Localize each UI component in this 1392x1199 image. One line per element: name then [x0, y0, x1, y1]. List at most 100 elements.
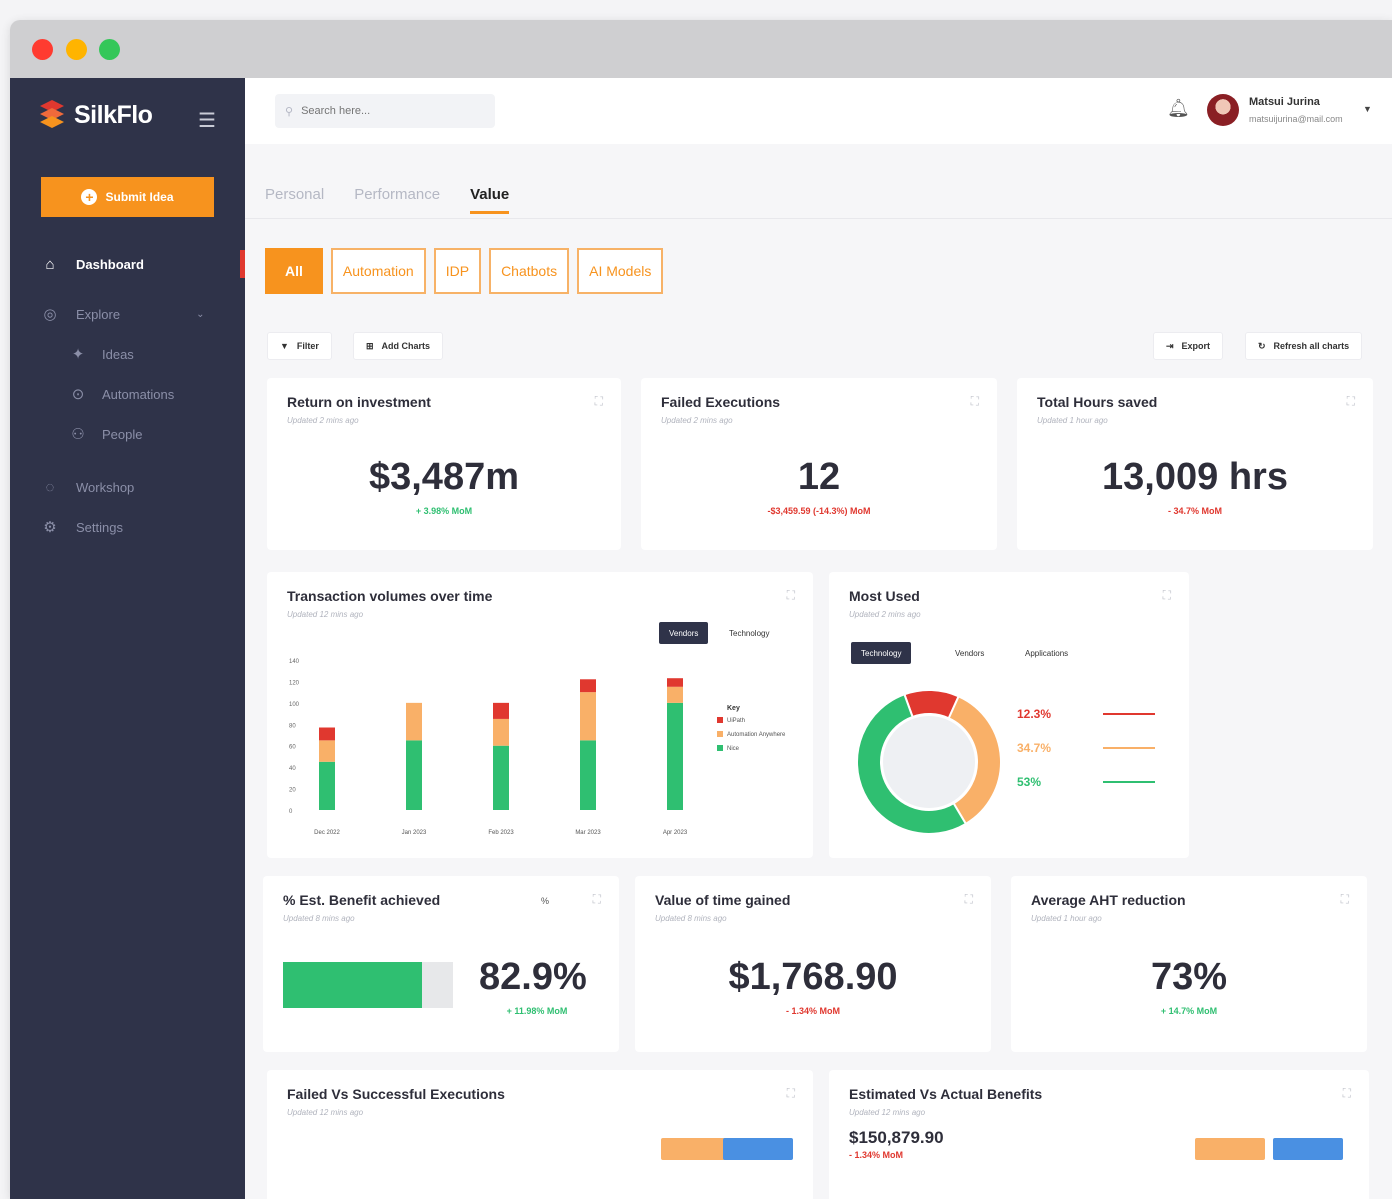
bar-segment — [319, 727, 335, 741]
refresh-icon: ↻ — [1258, 340, 1266, 351]
submit-idea-button[interactable]: + Submit Idea — [41, 177, 214, 217]
sidebar-item-automations[interactable]: ⊙ Automations — [68, 384, 175, 404]
home-icon: ⌂ — [45, 255, 55, 273]
app: SilkFlo ☰ + Submit Idea ⌂ Dashboard ◎ Ex… — [10, 78, 1392, 1199]
minimize-dot[interactable] — [66, 39, 87, 60]
bar-segment — [667, 686, 683, 703]
bar-segment — [406, 740, 422, 810]
sidebar-item-label: Automations — [102, 386, 175, 402]
sidebar-item-workshop[interactable]: ◌ Workshop — [40, 477, 135, 497]
card-title: Average AHT reduction — [1031, 892, 1186, 908]
legend-failed[interactable] — [661, 1138, 731, 1160]
bar-segment — [319, 740, 335, 762]
bar-segment — [493, 745, 509, 810]
workshop-icon: ◌ — [45, 478, 55, 496]
brand-logo[interactable]: SilkFlo — [36, 100, 153, 130]
notification-bell-icon[interactable]: 🔔︎ — [1167, 98, 1190, 119]
filter-ai-models[interactable]: AI Models — [577, 248, 664, 294]
most-used-donut-chart: 12.3% 34.7% 53% — [856, 689, 1155, 835]
sidebar-item-ideas[interactable]: ✦ Ideas — [68, 344, 134, 364]
kpi-delta: + 11.98% MoM — [506, 1006, 568, 1016]
tab-bar: Personal Performance Value — [265, 186, 510, 214]
estimated-vs-actual-card: Estimated Vs Actual Benefits Updated 12 … — [829, 1070, 1369, 1199]
sidebar: SilkFlo ☰ + Submit Idea ⌂ Dashboard ◎ Ex… — [10, 78, 245, 1199]
legend-actual[interactable] — [1273, 1138, 1343, 1160]
bar-segment — [493, 702, 509, 719]
kpi-delta: + 14.7% MoM — [1160, 1006, 1218, 1016]
tab-value[interactable]: Value — [470, 186, 510, 214]
bar-segment — [493, 718, 509, 746]
expand-icon[interactable]: ⛶ — [1341, 892, 1349, 907]
bar-segment — [667, 702, 683, 810]
bar-segment — [580, 692, 596, 741]
card-title: Estimated Vs Actual Benefits — [849, 1086, 1043, 1102]
tab-performance[interactable]: Performance — [354, 186, 440, 214]
sidebar-item-people[interactable]: ⚇ People — [68, 424, 142, 444]
y-tick-label: 40 — [289, 766, 296, 772]
x-tick-label: Dec 2022 — [314, 830, 340, 836]
expand-icon[interactable]: ⛶ — [1347, 394, 1355, 409]
filter-button[interactable]: ▼ Filter — [267, 332, 332, 360]
legend-label: UiPath — [727, 718, 745, 724]
filter-automation[interactable]: Automation — [330, 248, 426, 294]
kpi-card-hours-saved: Total Hours saved Updated 1 hour ago ⛶ 1… — [1017, 378, 1373, 550]
card-title: Failed Vs Successful Executions — [287, 1086, 505, 1102]
failed-vs-successful-card: Failed Vs Successful Executions Updated … — [267, 1070, 813, 1199]
kpi-card-benefit-achieved: % Est. Benefit achieved Updated 8 mins a… — [263, 876, 619, 1052]
expand-icon[interactable]: ⛶ — [593, 892, 601, 907]
add-charts-button[interactable]: ⊞ Add Charts — [353, 332, 444, 360]
refresh-all-button[interactable]: ↻ Refresh all charts — [1245, 332, 1363, 360]
legend-estimated[interactable] — [1195, 1138, 1265, 1160]
expand-icon[interactable]: ⛶ — [965, 892, 973, 907]
sidebar-item-settings[interactable]: ⚙ Settings — [40, 517, 123, 537]
close-dot[interactable] — [32, 39, 53, 60]
expand-icon[interactable]: ⛶ — [595, 394, 603, 409]
export-icon: ⇥ — [1166, 340, 1174, 351]
sidebar-item-explore[interactable]: ◎ Explore ⌄ — [40, 304, 204, 324]
user-menu-caret-icon[interactable]: ▼ — [1363, 104, 1372, 114]
main-content: ⚲ 🔔︎ Matsui Jurina matsuijurina@mail.com… — [245, 78, 1392, 1199]
export-button[interactable]: ⇥ Export — [1153, 332, 1224, 360]
bar-segment — [580, 740, 596, 810]
kpi-card-aht-reduction: Average AHT reduction Updated 1 hour ago… — [1011, 876, 1367, 1052]
sidebar-item-dashboard[interactable]: ⌂ Dashboard — [40, 254, 144, 274]
kpi-value: $1,768.90 — [728, 956, 898, 998]
search-input[interactable] — [301, 105, 472, 117]
silkflo-logo-icon — [40, 100, 64, 128]
chevron-down-icon: ⌄ — [196, 308, 205, 320]
tab-personal[interactable]: Personal — [265, 186, 324, 214]
avatar[interactable] — [1207, 94, 1239, 126]
kpi-delta: - 34.7% MoM — [1167, 506, 1222, 516]
refresh-label: Refresh all charts — [1273, 341, 1350, 351]
kpi-value: $3,487m — [368, 456, 519, 498]
expand-icon[interactable]: ⛶ — [971, 394, 979, 409]
user-name: Matsui Jurina — [1249, 96, 1320, 108]
filter-chatbots[interactable]: Chatbots — [489, 248, 570, 294]
kpi-delta: + 3.98% MoM — [415, 506, 473, 516]
sidebar-item-label: Dashboard — [76, 256, 144, 272]
search-box[interactable]: ⚲ — [275, 94, 495, 128]
kpi-value: 82.9% — [479, 956, 587, 998]
legend-successful[interactable] — [723, 1138, 793, 1160]
x-tick-label: Feb 2023 — [488, 830, 514, 836]
y-tick-label: 120 — [289, 680, 300, 686]
y-tick-label: 100 — [289, 702, 300, 708]
card-title: % Est. Benefit achieved — [283, 892, 441, 908]
card-updated: Updated 1 hour ago — [1031, 914, 1102, 923]
filter-idp[interactable]: IDP — [433, 248, 482, 294]
user-email: matsuijurina@mail.com — [1249, 114, 1343, 124]
lightbulb-icon: ✦ — [71, 346, 85, 363]
expand-icon[interactable]: ⛶ — [1343, 1086, 1351, 1101]
add-charts-label: Add Charts — [381, 341, 431, 351]
filter-all[interactable]: All — [265, 248, 323, 294]
card-title: Failed Executions — [661, 394, 781, 410]
percent-toggle[interactable]: % — [541, 896, 549, 906]
menu-toggle-icon[interactable]: ☰ — [198, 108, 216, 133]
kpi-value: $150,879.90 — [849, 1128, 944, 1147]
expand-icon[interactable]: ⛶ — [787, 1086, 795, 1101]
legend-swatch — [717, 717, 723, 723]
kpi-card-time-value: Value of time gained Updated 8 mins ago … — [635, 876, 991, 1052]
maximize-dot[interactable] — [99, 39, 120, 60]
y-tick-label: 140 — [289, 659, 300, 665]
tabs-divider — [245, 218, 1392, 219]
